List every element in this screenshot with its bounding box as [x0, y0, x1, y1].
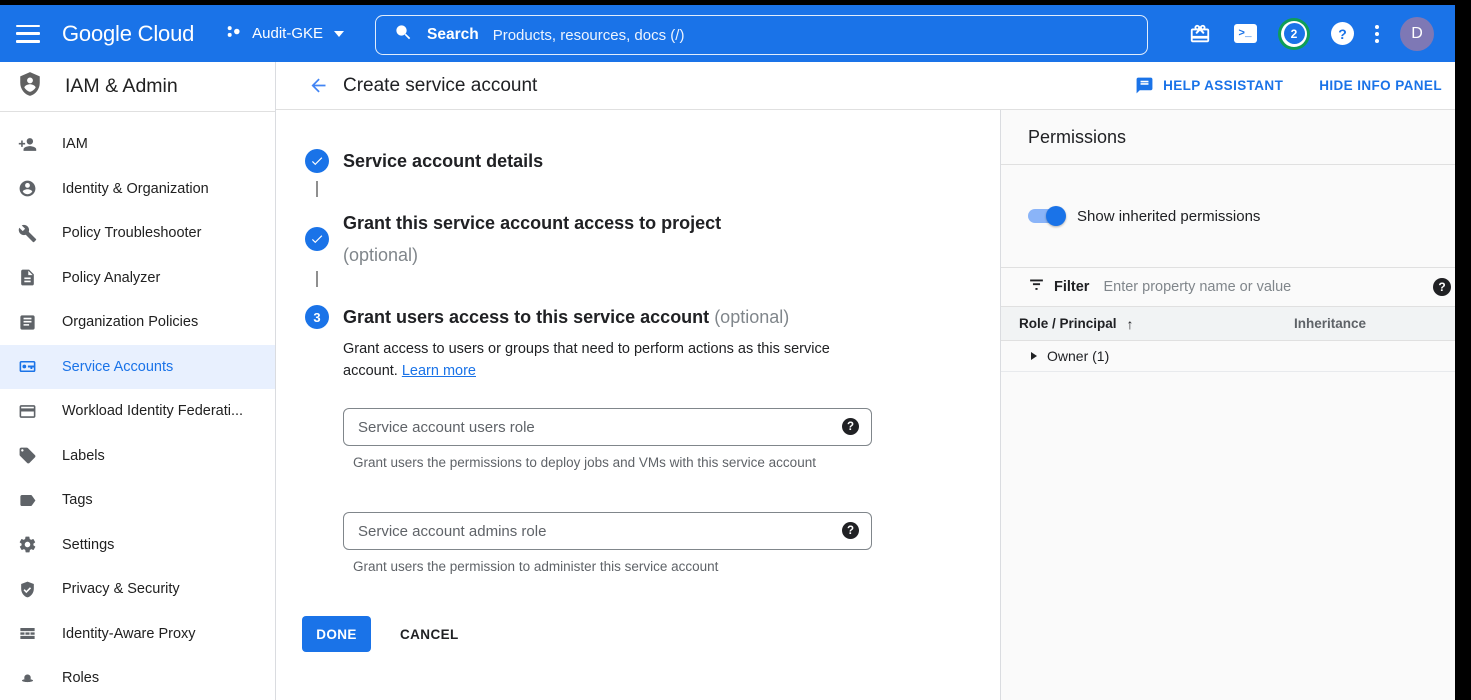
sidebar-item-organization-policies[interactable]: Organization Policies — [0, 300, 275, 345]
project-picker[interactable]: Audit-GKE — [224, 22, 344, 46]
filter-row: Filter ? — [1001, 268, 1471, 307]
sidebar: IAM & Admin IAM Identity & Organization … — [0, 62, 276, 700]
screen-edge-right — [1455, 0, 1471, 700]
wizard-actions: DONE CANCEL — [302, 616, 459, 652]
users-role-helper-text: Grant users the permissions to deploy jo… — [353, 454, 853, 472]
gift-icon[interactable] — [1188, 22, 1212, 46]
notifications-icon[interactable]: 2 — [1278, 18, 1310, 50]
sidebar-item-settings[interactable]: Settings — [0, 523, 275, 568]
search-label: Search — [427, 26, 479, 44]
account-circle-icon — [17, 179, 37, 199]
sidebar-header: IAM & Admin — [0, 62, 275, 112]
users-role-input[interactable] — [343, 408, 872, 446]
sidebar-item-privacy-security[interactable]: Privacy & Security — [0, 567, 275, 612]
help-icon[interactable]: ? — [1331, 22, 1354, 45]
topbar-actions: >_ 2 ? D — [1188, 5, 1434, 62]
gear-icon — [17, 535, 37, 555]
users-role-field: ? — [343, 408, 872, 446]
back-arrow-icon[interactable] — [307, 75, 329, 97]
create-service-account-wizard: Service account details Grant this servi… — [276, 110, 1000, 700]
chevron-down-icon — [334, 31, 344, 37]
admins-role-help-icon[interactable]: ? — [842, 522, 859, 539]
sidebar-item-labels[interactable]: Labels — [0, 434, 275, 479]
filter-help-icon[interactable]: ? — [1433, 278, 1451, 296]
sidebar-item-policy-analyzer[interactable]: Policy Analyzer — [0, 256, 275, 301]
admins-role-field: ? — [343, 512, 872, 550]
inherited-permissions-section: Show inherited permissions — [1001, 165, 1471, 268]
cancel-button[interactable]: CANCEL — [400, 627, 459, 642]
sidebar-item-roles[interactable]: Roles — [0, 656, 275, 700]
screen-edge-top — [0, 0, 1471, 5]
shield-icon — [17, 579, 37, 599]
page-header: Create service account HELP ASSISTANT HI… — [276, 62, 1471, 110]
done-button[interactable]: DONE — [302, 616, 371, 652]
project-picker-icon — [224, 22, 243, 46]
more-vert-icon[interactable] — [1375, 25, 1379, 43]
sidebar-item-identity-organization[interactable]: Identity & Organization — [0, 167, 275, 212]
menu-icon[interactable] — [16, 25, 40, 43]
top-app-bar: Google Cloud Audit-GKE Search >_ 2 ? D — [0, 0, 1471, 62]
info-panel-header: Permissions — [1001, 110, 1471, 165]
toggle-label: Show inherited permissions — [1077, 208, 1260, 225]
project-name: Audit-GKE — [252, 25, 323, 42]
wrench-icon — [17, 223, 37, 243]
iam-admin-shield-icon — [17, 71, 43, 102]
step1-check-icon — [305, 149, 329, 173]
help-assistant-button[interactable]: HELP ASSISTANT — [1135, 76, 1283, 95]
sort-ascending-icon[interactable]: ↑ — [1127, 316, 1134, 332]
step3-number-badge: 3 — [305, 305, 329, 329]
permissions-title: Permissions — [1028, 127, 1126, 148]
filter-icon — [1028, 276, 1045, 298]
policy-analyzer-icon — [17, 268, 37, 288]
expand-row-icon[interactable] — [1031, 352, 1037, 360]
search-bar[interactable]: Search — [375, 15, 1148, 55]
search-icon — [394, 23, 413, 47]
hide-info-panel-button[interactable]: HIDE INFO PANEL — [1319, 78, 1442, 93]
tag-icon — [17, 490, 37, 510]
users-role-help-icon[interactable]: ? — [842, 418, 859, 435]
show-inherited-toggle[interactable] — [1028, 209, 1064, 223]
step3-title: Grant users access to this service accou… — [343, 305, 789, 329]
column-role-principal[interactable]: Role / Principal — [1019, 316, 1117, 331]
chat-icon — [1135, 76, 1154, 95]
step2-title: Grant this service account access to pro… — [343, 211, 721, 267]
iap-icon — [17, 624, 37, 644]
table-row-owner[interactable]: Owner (1) — [1001, 341, 1471, 372]
step3-description: Grant access to users or groups that nee… — [343, 338, 883, 382]
page-title: Create service account — [343, 75, 537, 97]
avatar[interactable]: D — [1400, 17, 1434, 51]
notification-count-badge: 2 — [1284, 23, 1305, 44]
permissions-table-header: Role / Principal ↑ Inheritance — [1001, 307, 1471, 341]
sidebar-item-policy-troubleshooter[interactable]: Policy Troubleshooter — [0, 211, 275, 256]
sidebar-title: IAM & Admin — [65, 75, 178, 98]
cloud-shell-icon[interactable]: >_ — [1233, 22, 1257, 46]
sidebar-item-iam[interactable]: IAM — [0, 122, 275, 167]
search-input[interactable] — [493, 27, 1147, 44]
card-icon — [17, 401, 37, 421]
step2-optional: (optional) — [343, 243, 721, 267]
learn-more-link[interactable]: Learn more — [402, 363, 476, 379]
roles-hat-icon — [17, 668, 37, 688]
person-add-icon — [17, 134, 37, 154]
filter-label: Filter — [1054, 279, 1089, 295]
label-icon — [17, 446, 37, 466]
step-connector — [316, 181, 318, 197]
sidebar-item-service-accounts[interactable]: Service Accounts — [0, 345, 275, 390]
step-connector — [316, 271, 318, 287]
document-icon — [17, 312, 37, 332]
filter-input[interactable] — [1103, 279, 1433, 295]
sidebar-item-tags[interactable]: Tags — [0, 478, 275, 523]
service-account-icon — [17, 357, 37, 377]
column-inheritance: Inheritance — [1294, 316, 1366, 331]
google-cloud-logo[interactable]: Google Cloud — [62, 21, 194, 47]
sidebar-item-workload-identity-federation[interactable]: Workload Identity Federati... — [0, 389, 275, 434]
step1-title: Service account details — [343, 149, 543, 173]
sidebar-nav: IAM Identity & Organization Policy Troub… — [0, 112, 275, 700]
admins-role-input[interactable] — [343, 512, 872, 550]
admins-role-helper-text: Grant users the permission to administer… — [353, 558, 853, 576]
step2-check-icon — [305, 227, 329, 251]
sidebar-item-identity-aware-proxy[interactable]: Identity-Aware Proxy — [0, 612, 275, 657]
info-panel: Permissions Show inherited permissions F… — [1000, 110, 1471, 700]
step3-optional: (optional) — [714, 307, 789, 327]
